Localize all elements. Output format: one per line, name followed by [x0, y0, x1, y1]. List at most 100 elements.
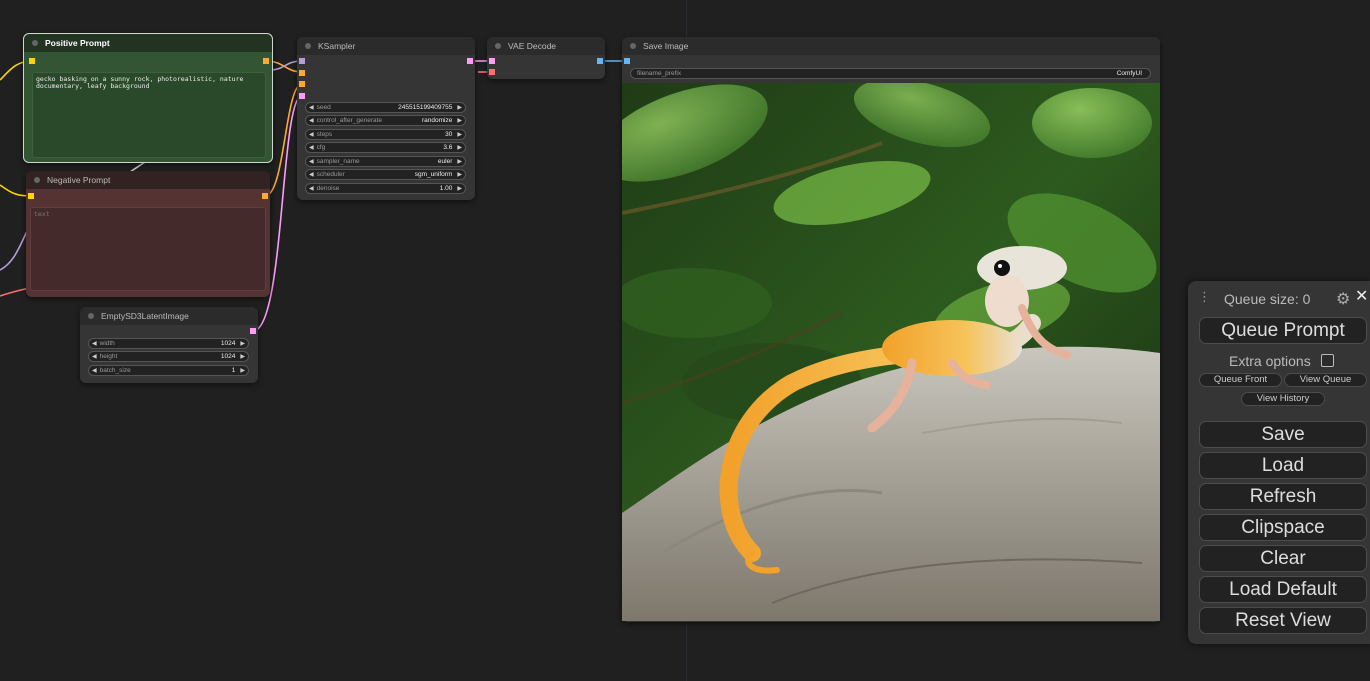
- clipspace-button[interactable]: Clipspace: [1199, 514, 1367, 541]
- collapse-dot-icon[interactable]: [495, 43, 501, 49]
- denoise-widget[interactable]: ◀ denoise 1.00 ▶: [305, 183, 466, 194]
- cfg-widget[interactable]: ◀ cfg 3.6 ▶: [305, 142, 466, 153]
- arrow-right-icon[interactable]: ▶: [457, 144, 462, 151]
- widget-value: 30: [445, 131, 453, 138]
- clear-button[interactable]: Clear: [1199, 545, 1367, 572]
- vae-vae-slot[interactable]: [489, 69, 495, 75]
- arrow-right-icon[interactable]: ▶: [240, 367, 245, 374]
- widget-value: sgm_uniform: [414, 171, 453, 178]
- extra-options-checkbox[interactable]: [1321, 354, 1334, 367]
- empty-latent-node[interactable]: EmptySD3LatentImage ◀ width 1024 ▶ ◀ hei…: [80, 307, 258, 383]
- widget-label: control_after_generate: [316, 117, 383, 124]
- widget-value: randomize: [422, 117, 453, 124]
- widget-value: 1024: [220, 340, 236, 347]
- graph-canvas[interactable]: Positive Prompt gecko basking on a sunny…: [0, 0, 1370, 681]
- positive-prompt-textarea[interactable]: gecko basking on a sunny rock, photoreal…: [32, 72, 266, 158]
- widget-value: ComfyUI: [1116, 70, 1142, 77]
- height-widget[interactable]: ◀ height 1024 ▶: [88, 351, 249, 362]
- scheduler-widget[interactable]: ◀ scheduler sgm_uniform ▶: [305, 169, 466, 180]
- positive-input-slot[interactable]: [29, 58, 35, 64]
- batch-size-widget[interactable]: ◀ batch_size 1 ▶: [88, 365, 249, 376]
- gear-icon[interactable]: ⚙: [1336, 289, 1350, 309]
- negative-input-slot[interactable]: [28, 193, 34, 199]
- widget-label: seed: [316, 104, 331, 111]
- ksampler-positive-slot[interactable]: [299, 70, 305, 76]
- widget-label: filename_prefix: [637, 70, 682, 77]
- arrow-right-icon[interactable]: ▶: [457, 171, 462, 178]
- positive-prompt-title[interactable]: Positive Prompt: [24, 34, 272, 52]
- widget-label: denoise: [316, 185, 340, 192]
- ksampler-title[interactable]: KSampler: [297, 37, 475, 55]
- arrow-right-icon[interactable]: ▶: [457, 185, 462, 192]
- collapse-dot-icon[interactable]: [34, 177, 40, 183]
- negative-prompt-title-text: Negative Prompt: [47, 175, 111, 185]
- vae-samples-slot[interactable]: [489, 58, 495, 64]
- generated-image-preview: [622, 83, 1160, 621]
- latent-output-slot[interactable]: [250, 328, 256, 334]
- arrow-right-icon[interactable]: ▶: [240, 340, 245, 347]
- widget-value: 245515199409755: [398, 104, 453, 111]
- load-button[interactable]: Load: [1199, 452, 1367, 479]
- filename-prefix-widget[interactable]: filename_prefix ComfyUI: [630, 68, 1151, 79]
- negative-prompt-node[interactable]: Negative Prompt text: [26, 171, 270, 297]
- negative-prompt-title[interactable]: Negative Prompt: [26, 171, 270, 189]
- extra-options-label: Extra options: [1229, 353, 1311, 369]
- sampler-name-widget[interactable]: ◀ sampler_name euler ▶: [305, 156, 466, 167]
- vae-decode-node[interactable]: VAE Decode: [487, 37, 605, 79]
- widget-label: width: [99, 340, 115, 347]
- positive-prompt-title-text: Positive Prompt: [45, 38, 110, 48]
- empty-latent-title-text: EmptySD3LatentImage: [101, 311, 189, 321]
- empty-latent-title[interactable]: EmptySD3LatentImage: [80, 307, 258, 325]
- reset-view-button[interactable]: Reset View: [1199, 607, 1367, 634]
- close-icon[interactable]: ✕: [1355, 286, 1368, 306]
- ksampler-output-slot[interactable]: [467, 58, 473, 64]
- view-queue-button[interactable]: View Queue: [1284, 373, 1367, 387]
- ksampler-title-text: KSampler: [318, 41, 356, 51]
- widget-label: steps: [316, 131, 333, 138]
- negative-output-slot[interactable]: [262, 193, 268, 199]
- queue-prompt-button[interactable]: Queue Prompt: [1199, 317, 1367, 344]
- vae-output-slot[interactable]: [597, 58, 603, 64]
- positive-output-slot[interactable]: [263, 58, 269, 64]
- widget-label: height: [99, 353, 118, 360]
- vae-decode-title[interactable]: VAE Decode: [487, 37, 605, 55]
- collapse-dot-icon[interactable]: [630, 43, 636, 49]
- steps-widget[interactable]: ◀ steps 30 ▶: [305, 129, 466, 140]
- widget-value: 3.6: [443, 144, 453, 151]
- width-widget[interactable]: ◀ width 1024 ▶: [88, 338, 249, 349]
- widget-label: cfg: [316, 144, 326, 151]
- widget-value: euler: [437, 158, 453, 165]
- view-history-button[interactable]: View History: [1241, 392, 1325, 406]
- arrow-right-icon[interactable]: ▶: [457, 117, 462, 124]
- queue-front-button[interactable]: Queue Front: [1199, 373, 1282, 387]
- ksampler-latent-slot[interactable]: [299, 93, 305, 99]
- save-button[interactable]: Save: [1199, 421, 1367, 448]
- control-after-generate-widget[interactable]: ◀ control_after_generate randomize ▶: [305, 115, 466, 126]
- collapse-dot-icon[interactable]: [305, 43, 311, 49]
- menu-header: ⋮ Queue size: 0 ⚙ ✕: [1188, 281, 1370, 317]
- widget-value: 1.00: [439, 185, 453, 192]
- save-image-title[interactable]: Save Image: [622, 37, 1160, 55]
- arrow-right-icon[interactable]: ▶: [457, 104, 462, 111]
- arrow-right-icon[interactable]: ▶: [240, 353, 245, 360]
- ksampler-model-slot[interactable]: [299, 58, 305, 64]
- widget-label: batch_size: [99, 367, 131, 374]
- queue-menu-panel: ⋮ Queue size: 0 ⚙ ✕ Queue Prompt Extra o…: [1188, 281, 1370, 644]
- widget-label: sampler_name: [316, 158, 360, 165]
- arrow-right-icon[interactable]: ▶: [457, 158, 462, 165]
- collapse-dot-icon[interactable]: [32, 40, 38, 46]
- ksampler-negative-slot[interactable]: [299, 81, 305, 87]
- collapse-dot-icon[interactable]: [88, 313, 94, 319]
- drag-handle-icon[interactable]: ⋮: [1198, 289, 1211, 305]
- positive-prompt-node[interactable]: Positive Prompt gecko basking on a sunny…: [23, 33, 273, 163]
- load-default-button[interactable]: Load Default: [1199, 576, 1367, 603]
- widget-value: 1: [231, 367, 236, 374]
- save-image-title-text: Save Image: [643, 41, 689, 51]
- arrow-right-icon[interactable]: ▶: [457, 131, 462, 138]
- ksampler-node[interactable]: KSampler ◀ seed 245515199409755 ▶ ◀ cont…: [297, 37, 475, 200]
- seed-widget[interactable]: ◀ seed 245515199409755 ▶: [305, 102, 466, 113]
- save-image-input-slot[interactable]: [624, 58, 630, 64]
- negative-prompt-textarea[interactable]: text: [30, 207, 266, 291]
- vae-decode-title-text: VAE Decode: [508, 41, 557, 51]
- refresh-button[interactable]: Refresh: [1199, 483, 1367, 510]
